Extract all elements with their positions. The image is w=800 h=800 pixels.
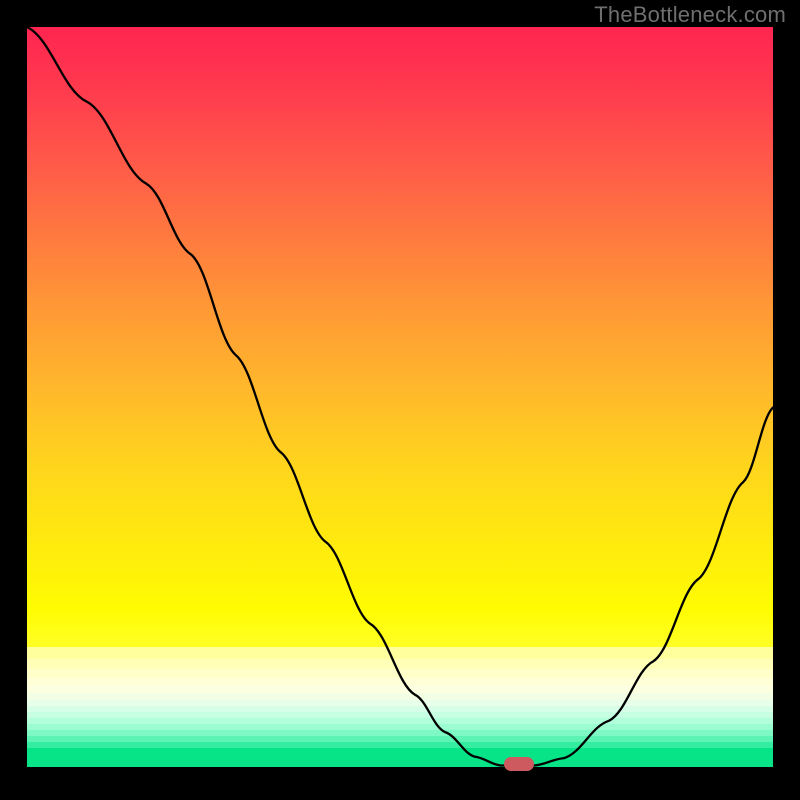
color-band	[27, 669, 773, 678]
color-band	[27, 748, 773, 767]
green-band-area	[27, 647, 773, 773]
color-band	[27, 647, 773, 659]
optimal-marker	[504, 757, 534, 771]
gradient-backdrop	[27, 27, 773, 647]
color-band	[27, 693, 773, 700]
color-band	[27, 686, 773, 693]
color-band	[27, 659, 773, 669]
plot-area	[27, 27, 773, 773]
watermark-text: TheBottleneck.com	[594, 2, 786, 28]
chart-frame: TheBottleneck.com	[0, 0, 800, 800]
color-band	[27, 678, 773, 686]
